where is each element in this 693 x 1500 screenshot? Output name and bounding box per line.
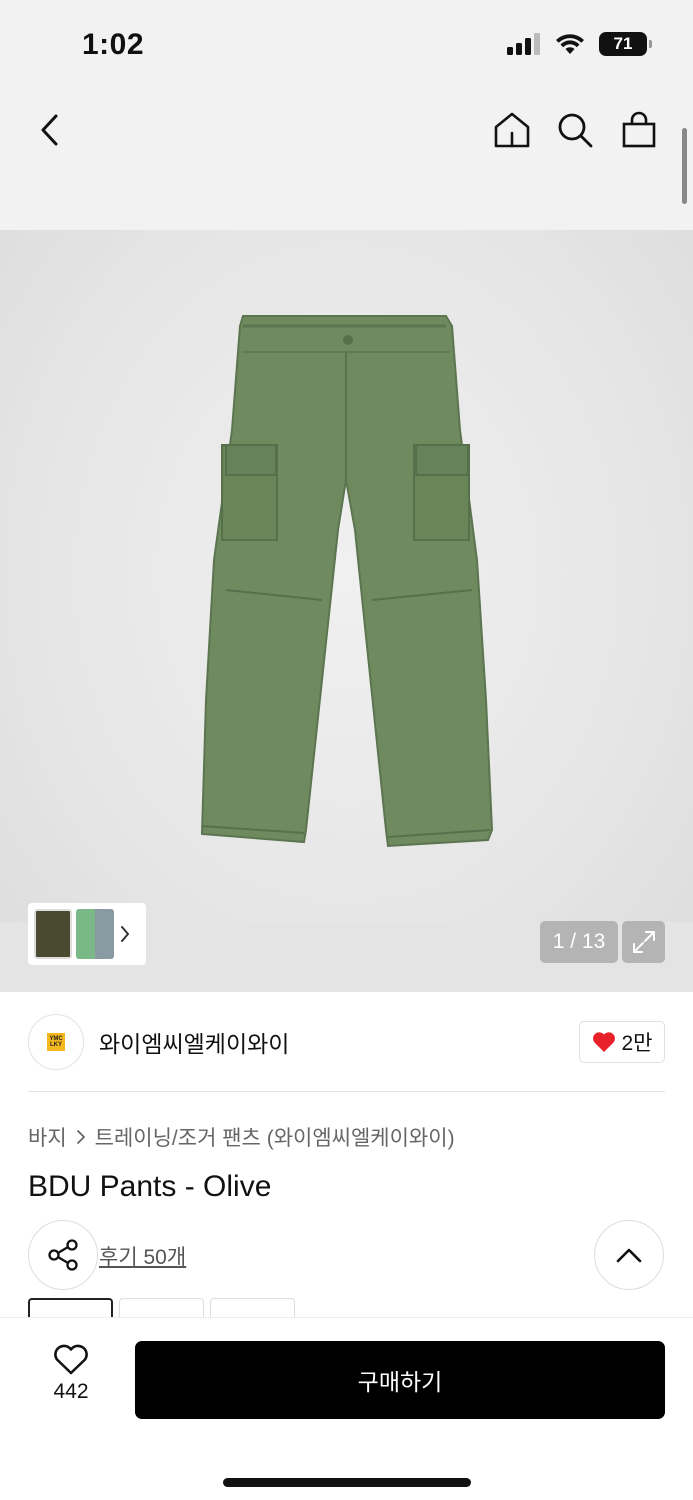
option-tile[interactable]: [119, 1298, 204, 1318]
wifi-icon: [556, 34, 584, 54]
expand-icon: [632, 931, 655, 953]
scroll-top-button[interactable]: [594, 1220, 664, 1290]
option-tile[interactable]: [28, 1298, 113, 1318]
product-image-gallery[interactable]: 1 / 13: [0, 230, 693, 992]
expand-button[interactable]: [622, 921, 665, 963]
nav-bar: [0, 90, 693, 230]
shopping-bag-icon: [622, 111, 656, 148]
home-indicator[interactable]: [223, 1478, 471, 1487]
wishlist-count: 442: [53, 1380, 89, 1403]
product-title: BDU Pants - Olive: [28, 1170, 272, 1203]
chevron-right-icon[interactable]: [118, 924, 132, 944]
thumbnail-item[interactable]: [76, 909, 114, 959]
chevron-left-icon: [41, 114, 58, 146]
chevron-right-icon: [76, 1130, 85, 1144]
home-button[interactable]: [490, 108, 534, 152]
thumbnail-strip[interactable]: [28, 903, 146, 965]
brand-like-count: 2만: [621, 1032, 653, 1055]
breadcrumb-category[interactable]: 바지: [28, 1122, 67, 1152]
breadcrumb-subcategory[interactable]: 트레이닝/조거 팬츠 (와이엠씨엘케이와이): [95, 1122, 455, 1152]
scroll-indicator[interactable]: [682, 128, 687, 204]
wishlist-button[interactable]: 442: [40, 1344, 102, 1404]
status-time: 1:02: [82, 28, 145, 61]
option-tiles: [28, 1298, 295, 1318]
search-icon: [558, 113, 593, 148]
heart-filled-icon: [592, 1032, 615, 1052]
product-image: [200, 315, 494, 848]
home-icon: [494, 112, 530, 148]
divider: [28, 1091, 665, 1092]
signal-icon: [507, 33, 540, 55]
status-bar: 1:02 71: [0, 0, 693, 90]
brand-like-button[interactable]: 2만: [579, 1021, 665, 1063]
status-icons: 71: [507, 32, 652, 56]
brand-name[interactable]: 와이엠씨엘케이와이: [99, 1025, 289, 1059]
breadcrumb: 바지 트레이닝/조거 팬츠 (와이엠씨엘케이와이): [28, 1122, 455, 1152]
brand-logo-mark: YMC LKY: [47, 1033, 65, 1051]
thumbnail-item[interactable]: [34, 909, 72, 959]
share-button[interactable]: [28, 1220, 98, 1290]
back-button[interactable]: [28, 108, 72, 152]
review-link[interactable]: 후기 50개: [99, 1241, 186, 1271]
battery-indicator: 71: [599, 32, 652, 56]
option-tile[interactable]: [210, 1298, 295, 1318]
share-icon: [48, 1239, 78, 1271]
bottom-action-bar: 442 구매하기: [0, 1317, 693, 1500]
image-counter: 1 / 13: [540, 921, 618, 963]
brand-logo[interactable]: YMC LKY: [28, 1014, 84, 1070]
heart-outline-icon: [54, 1344, 88, 1375]
cart-button[interactable]: [617, 108, 661, 152]
buy-button[interactable]: 구매하기: [135, 1341, 665, 1419]
chevron-up-icon: [616, 1248, 642, 1263]
search-button[interactable]: [553, 108, 597, 152]
brand-row: YMC LKY 와이엠씨엘케이와이 2만: [28, 1012, 665, 1072]
